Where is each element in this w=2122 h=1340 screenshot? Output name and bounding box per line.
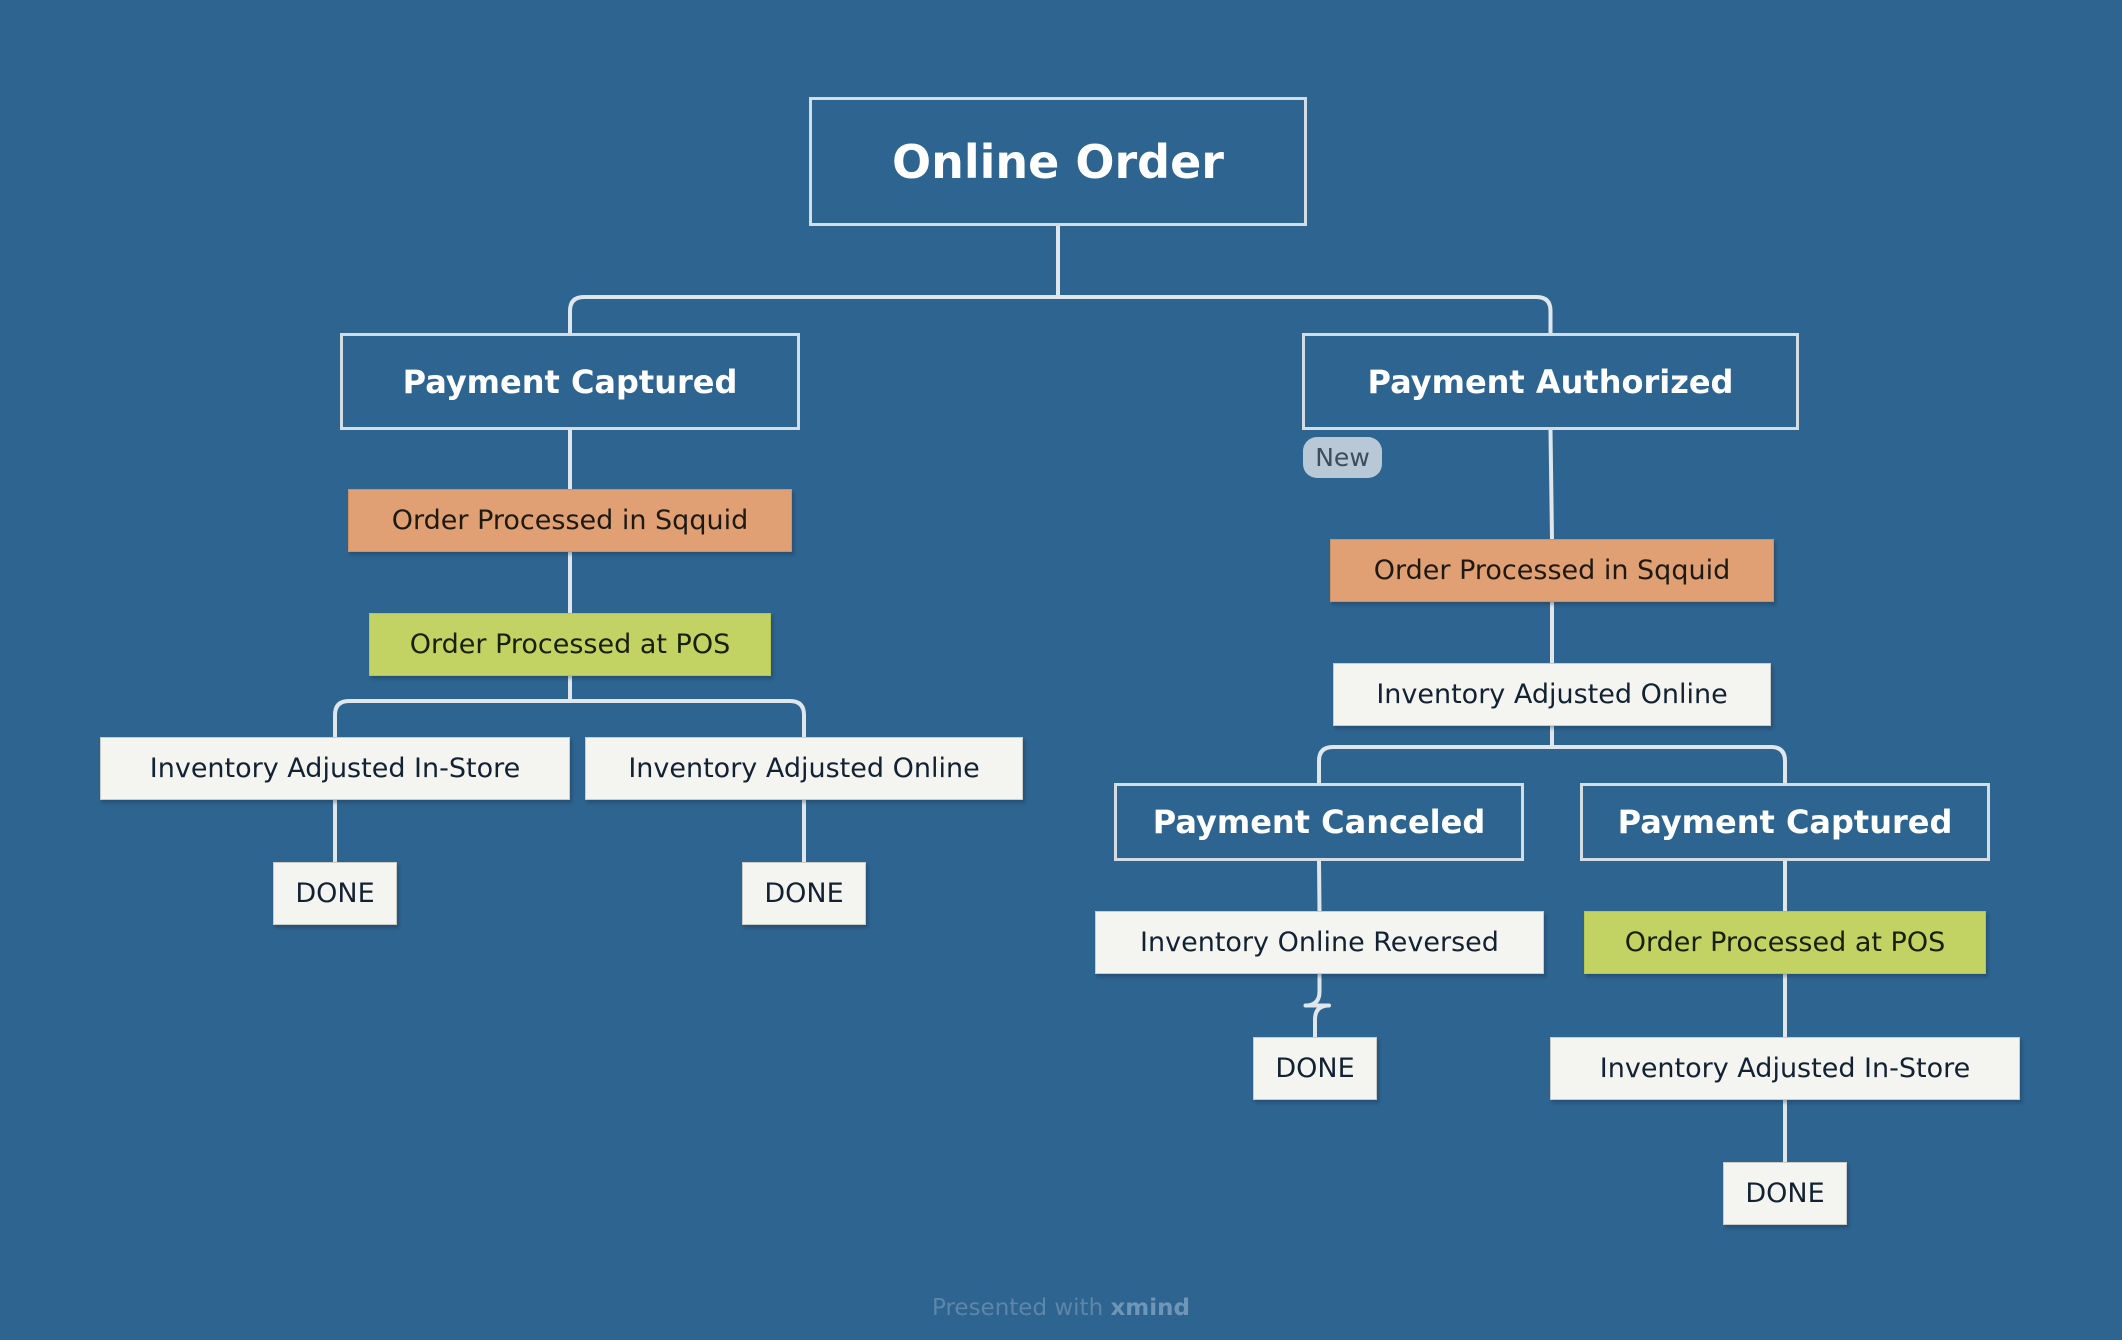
node-pos-l[interactable]: Order Processed at POS [369,613,771,676]
node-label: Order Processed at POS [409,629,731,660]
node-pos-r[interactable]: Order Processed at POS [1584,911,1986,974]
node-done-l2[interactable]: DONE [742,862,866,925]
node-label: Order Processed at POS [1624,927,1946,958]
node-root[interactable]: Online Order [809,97,1307,226]
node-sqquid-r[interactable]: Order Processed in Sqquid [1330,539,1774,602]
badge-new[interactable]: New [1303,437,1382,478]
node-label: DONE [295,878,375,909]
node-pay-authorized[interactable]: Payment Authorized [1302,333,1799,430]
node-label: Order Processed in Sqquid [391,505,749,536]
node-label: DONE [1745,1178,1825,1209]
connector-node-pos-l-node-inv-instore-l [333,699,572,739]
node-label: Payment Authorized [1367,362,1734,401]
node-pay-captured-r[interactable]: Payment Captured [1580,783,1990,861]
node-inv-online-l[interactable]: Inventory Adjusted Online [585,737,1023,800]
connector-node-root-node-pay-captured-l [568,295,1060,335]
node-label: Payment Captured [1617,803,1953,841]
node-label: DONE [764,878,844,909]
xmind-brand: xmind [1110,1295,1190,1321]
node-inv-reversed[interactable]: Inventory Online Reversed [1095,911,1544,974]
node-label: Order Processed in Sqquid [1373,555,1731,586]
node-label: Inventory Online Reversed [1140,927,1499,958]
node-label: Online Order [892,134,1224,189]
node-label: Payment Canceled [1152,803,1486,841]
node-label: Payment Captured [402,362,738,401]
node-pay-canceled[interactable]: Payment Canceled [1114,783,1524,861]
node-label: Inventory Adjusted In-Store [1599,1053,1971,1084]
mindmap-canvas: Online Order Payment Captured Payment Auth… [0,0,2122,1340]
node-inv-instore-l[interactable]: Inventory Adjusted In-Store [100,737,570,800]
node-inv-instore-r[interactable]: Inventory Adjusted In-Store [1550,1037,2020,1100]
node-done-r1[interactable]: DONE [1253,1037,1377,1100]
connector-node-inv-online-r-node-pay-canceled [1317,745,1554,785]
connector-node-pay-authorized-node-sqquid-r [1548,428,1554,541]
node-done-r2[interactable]: DONE [1723,1162,1847,1225]
connector-node-inv-reversed-node-done-r1 [1303,972,1331,1039]
node-label: DONE [1275,1053,1355,1084]
footer-attribution: Presented with xmind [0,1295,2122,1321]
node-label: Inventory Adjusted Online [1376,679,1728,710]
connector-node-root-node-pay-authorized [1056,295,1553,335]
node-label: Inventory Adjusted Online [628,753,980,784]
node-pay-captured-l[interactable]: Payment Captured [340,333,800,430]
node-inv-online-r[interactable]: Inventory Adjusted Online [1333,663,1771,726]
connector-node-pay-canceled-node-inv-reversed [1317,859,1322,913]
connector-node-inv-online-r-node-pay-captured-r [1550,745,1787,785]
badge-label: New [1315,443,1370,472]
connector-node-pos-l-node-inv-online-l [568,699,806,739]
node-label: Inventory Adjusted In-Store [149,753,521,784]
node-done-l1[interactable]: DONE [273,862,397,925]
node-sqquid-l[interactable]: Order Processed in Sqquid [348,489,792,552]
footer-prefix: Presented with [932,1295,1111,1321]
